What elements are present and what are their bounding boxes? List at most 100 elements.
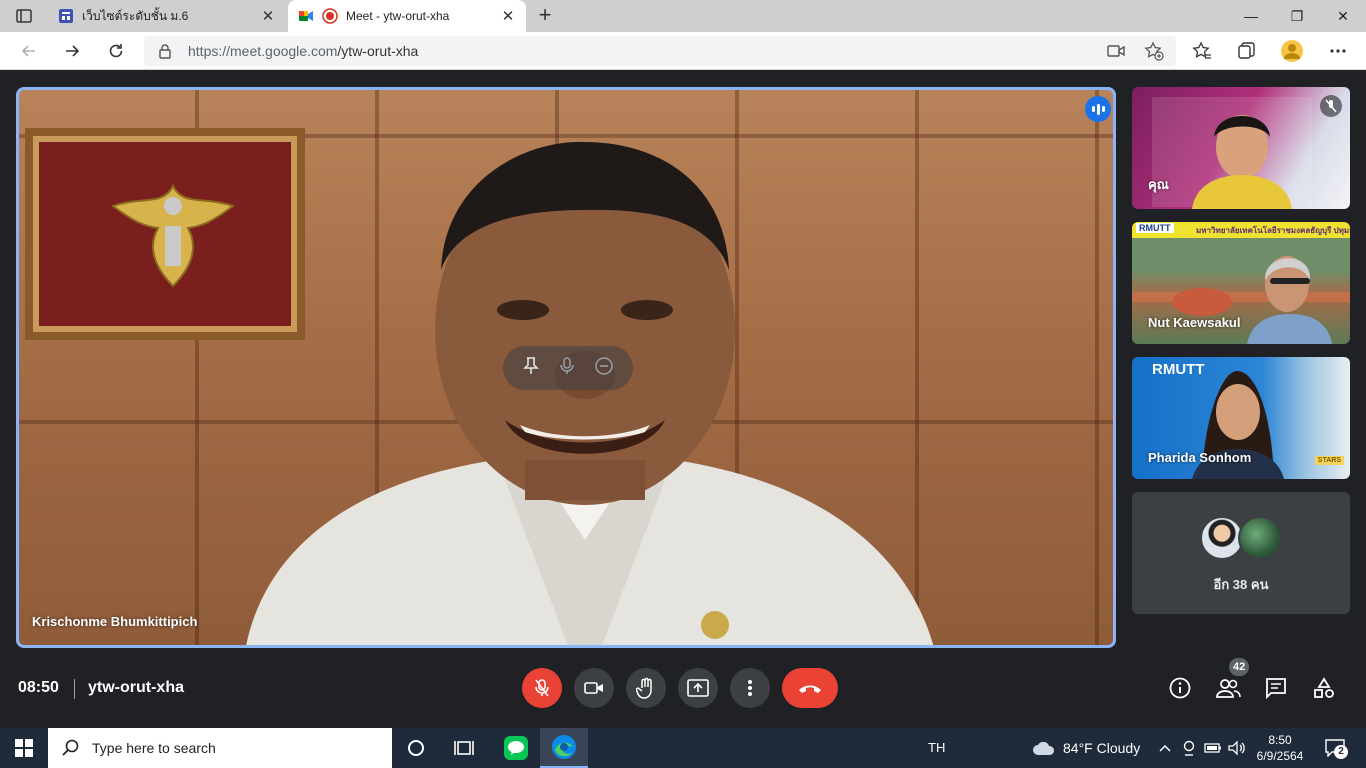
- minimize-button[interactable]: —: [1228, 0, 1274, 32]
- camera-permission-button[interactable]: [1106, 41, 1126, 61]
- cloud-icon: [1033, 741, 1055, 755]
- forward-button[interactable]: [57, 36, 87, 66]
- present-screen-button[interactable]: [678, 668, 718, 708]
- remove-participant-button[interactable]: [594, 356, 613, 380]
- tab-actions-button[interactable]: [8, 4, 40, 28]
- cortana-button[interactable]: [392, 728, 440, 768]
- people-button[interactable]: [1214, 674, 1242, 702]
- chat-button[interactable]: [1262, 674, 1290, 702]
- close-window-button[interactable]: ✕: [1320, 0, 1366, 32]
- activities-button[interactable]: [1310, 674, 1338, 702]
- leave-call-button[interactable]: [782, 668, 838, 708]
- browser-toolbar: https://meet.google.com/ytw-orut-xha: [0, 32, 1366, 70]
- participant-tile-nut-kaewsakul[interactable]: มหาวิทยาลัยเทคโนโลยีราชมงคลธัญบุรี ปทุมธ…: [1132, 222, 1350, 344]
- audio-level-bar: [1091, 106, 1095, 112]
- windows-taskbar: Type here to search TH 84°F Cloudy 8:50 …: [0, 728, 1366, 768]
- address-bar[interactable]: https://meet.google.com/ytw-orut-xha: [144, 36, 1176, 66]
- edge-browser-icon: [552, 735, 576, 759]
- raise-hand-button[interactable]: [626, 668, 666, 708]
- refresh-button[interactable]: [101, 36, 131, 66]
- meet-favicon-icon: [299, 11, 313, 21]
- tab-title: เว็บไซต์ระดับชั้น ม.6: [82, 8, 189, 23]
- notification-count: 2: [1334, 745, 1348, 759]
- url-text: https://meet.google.com/ytw-orut-xha: [188, 43, 418, 59]
- main-speaker-name: Krischonme Bhumkittipich: [32, 614, 198, 629]
- edge-app-button[interactable]: [540, 728, 588, 768]
- add-favorite-button[interactable]: [1144, 41, 1164, 61]
- arrow-left-icon: [21, 45, 35, 57]
- participant-tile-pharida-sonhom[interactable]: RMUTT STARS Pharida Sonhom: [1132, 357, 1350, 479]
- present-screen-icon: [687, 679, 709, 697]
- activities-icon: [1314, 677, 1334, 698]
- meet-now-tray-button[interactable]: [1180, 739, 1198, 757]
- meeting-details-button[interactable]: [1166, 674, 1194, 702]
- tab-school-website[interactable]: เว็บไซต์ระดับชั้น ม.6 ✕: [48, 0, 286, 32]
- video-camera-icon: [584, 682, 603, 694]
- microphone-toggle-button[interactable]: [522, 668, 562, 708]
- tab-close-button[interactable]: ✕: [498, 7, 518, 25]
- meet-stage: Krischonme Bhumkittipich คุณ มหาวิทยาลัย…: [0, 70, 1366, 728]
- weather-widget-button[interactable]: [1032, 739, 1056, 757]
- info-icon: [1169, 677, 1191, 699]
- refresh-icon: [109, 44, 123, 58]
- tab-title: Meet - ytw-orut-xha: [346, 9, 450, 23]
- system-time: 8:50: [1268, 733, 1292, 747]
- star-plus-icon: [1144, 41, 1164, 61]
- raise-hand-icon: [636, 677, 652, 699]
- input-language-indicator[interactable]: TH: [928, 740, 945, 755]
- meeting-code: ytw-orut-xha: [88, 679, 184, 696]
- tab-close-button[interactable]: ✕: [258, 7, 278, 25]
- camera-toggle-button[interactable]: [574, 668, 614, 708]
- favorites-icon: [1192, 41, 1211, 59]
- mic-off-icon: [1325, 99, 1337, 113]
- profile-button[interactable]: [1276, 36, 1308, 66]
- speaking-indicator: [1085, 96, 1111, 122]
- more-participants-tile[interactable]: อีก 38 คน: [1132, 492, 1350, 614]
- pin-icon: [523, 356, 540, 374]
- minus-circle-icon: [594, 356, 613, 375]
- participant-name: Pharida Sonhom: [1148, 450, 1252, 465]
- battery-tray-button[interactable]: [1204, 739, 1222, 757]
- video-camera-icon: [1107, 45, 1125, 57]
- arrow-right-icon: [66, 45, 80, 57]
- url-path: /ytw-orut-xha: [337, 43, 419, 59]
- system-date: 6/9/2564: [1256, 749, 1304, 763]
- task-view-button[interactable]: [440, 728, 488, 768]
- people-icon: [1216, 679, 1241, 698]
- tab-meet[interactable]: Meet - ytw-orut-xha ✕: [288, 0, 526, 32]
- volume-tray-button[interactable]: [1228, 739, 1246, 757]
- pin-button[interactable]: [523, 356, 540, 380]
- search-icon: [62, 739, 79, 756]
- cortana-circle-icon: [408, 740, 424, 756]
- recording-icon: [322, 8, 338, 24]
- back-button[interactable]: [14, 36, 44, 66]
- mic-off-indicator: [1320, 95, 1342, 117]
- show-hidden-icons-button[interactable]: [1156, 739, 1174, 757]
- participant-avatar: [1238, 516, 1282, 560]
- lock-icon: [159, 44, 171, 59]
- sites-favicon-icon: [59, 9, 73, 23]
- webcam-icon: [1183, 740, 1195, 756]
- more-horizontal-icon: [1330, 49, 1346, 53]
- line-app-button[interactable]: [492, 728, 540, 768]
- more-options-button[interactable]: [730, 668, 770, 708]
- collections-button[interactable]: [1230, 36, 1262, 66]
- start-button[interactable]: [0, 728, 48, 768]
- speaker-volume-icon: [1228, 741, 1245, 755]
- url-host: https://meet.google.com: [188, 43, 338, 59]
- new-tab-button[interactable]: +: [534, 4, 556, 28]
- favorites-button[interactable]: [1186, 36, 1218, 66]
- restore-button[interactable]: ❐: [1274, 0, 1320, 32]
- taskbar-search-box[interactable]: Type here to search: [48, 728, 392, 768]
- system-clock[interactable]: 8:50 6/9/2564: [1252, 732, 1308, 764]
- divider: [74, 679, 75, 699]
- hang-up-icon: [799, 685, 821, 693]
- participant-tile-self[interactable]: คุณ: [1132, 87, 1350, 209]
- mute-participant-button[interactable]: [560, 356, 574, 380]
- battery-icon: [1204, 743, 1221, 753]
- main-speaker-tile[interactable]: Krischonme Bhumkittipich: [16, 87, 1116, 648]
- more-vertical-icon: [748, 680, 752, 696]
- settings-more-button[interactable]: [1322, 36, 1354, 66]
- chevron-up-icon: [1159, 744, 1171, 752]
- browser-tab-strip: เว็บไซต์ระดับชั้น ม.6 ✕ Meet - ytw-orut-…: [0, 0, 1366, 32]
